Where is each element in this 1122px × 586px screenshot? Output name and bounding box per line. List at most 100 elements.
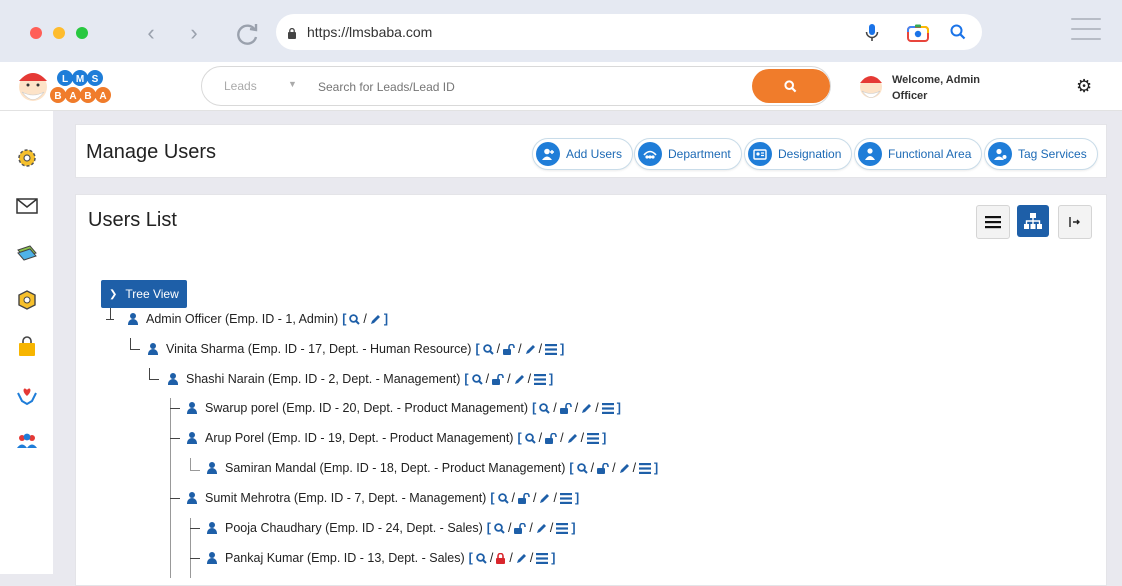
edit-pencil-icon[interactable]: [539, 493, 550, 504]
node-label: Arup Porel (Emp. ID - 19, Dept. - Produc…: [205, 431, 514, 445]
page-title: Manage Users: [86, 141, 217, 163]
sidebar-team-icon[interactable]: [15, 429, 39, 453]
node-actions: [ / / / ]: [569, 461, 659, 475]
edit-pencil-icon[interactable]: [525, 344, 536, 355]
sidebar-settings-icon[interactable]: [15, 146, 39, 170]
back-arrow-icon[interactable]: ‹: [139, 21, 163, 45]
tree-connector: [190, 558, 200, 559]
edit-pencil-icon[interactable]: [567, 433, 578, 444]
user-icon: [207, 552, 217, 564]
list-detail-icon[interactable]: [534, 373, 547, 385]
id-card-icon: [748, 142, 772, 166]
list-detail-icon[interactable]: [559, 492, 572, 504]
node-label: Admin Officer (Emp. ID - 1, Admin): [146, 312, 339, 326]
tag-services-label: Tag Services: [1018, 147, 1087, 161]
edit-pencil-icon[interactable]: [581, 403, 592, 414]
designation-button[interactable]: Designation: [744, 138, 853, 170]
search-submit-button[interactable]: [752, 69, 830, 103]
list-detail-icon[interactable]: [587, 432, 600, 444]
view-zoom-icon[interactable]: [494, 522, 505, 534]
tree-connector: [190, 470, 200, 471]
tree-view-button[interactable]: ❯ Tree View: [101, 280, 187, 308]
edit-pencil-icon[interactable]: [536, 523, 547, 534]
view-zoom-icon[interactable]: [471, 373, 483, 385]
edit-pencil-icon[interactable]: [516, 553, 527, 564]
tree-node-pooja-chaudhary: Pooja Chaudhary (Emp. ID - 24, Dept. - S…: [207, 518, 576, 538]
unlock-icon[interactable]: [492, 373, 504, 385]
tree-node-admin-officer: Admin Officer (Emp. ID - 1, Admin) [ / ]: [128, 309, 388, 329]
reload-icon[interactable]: [235, 21, 261, 47]
search-category-select[interactable]: Leads: [224, 79, 257, 93]
sidebar-cash-icon[interactable]: [15, 241, 39, 265]
welcome-line-1: Welcome, Admin: [892, 74, 981, 86]
settings-gear-icon[interactable]: ⚙: [1076, 76, 1092, 97]
sidebar-mail-icon[interactable]: [15, 194, 39, 218]
svg-text:A: A: [99, 91, 106, 102]
microphone-icon[interactable]: [865, 23, 879, 48]
view-zoom-icon[interactable]: [576, 462, 588, 474]
department-icon: [638, 142, 662, 166]
tag-user-icon: [988, 142, 1012, 166]
welcome-line-2: Officer: [892, 90, 928, 102]
logo-text-l: L: [62, 74, 68, 85]
list-icon: [985, 216, 1001, 229]
add-user-icon: [536, 142, 560, 166]
edit-pencil-icon[interactable]: [514, 374, 525, 385]
designation-label: Designation: [778, 147, 842, 161]
lock-red-icon[interactable]: [496, 552, 506, 564]
tree-connector: [110, 308, 111, 319]
unlock-icon[interactable]: [514, 522, 527, 534]
node-label: Pankaj Kumar (Emp. ID - 13, Dept. - Sale…: [225, 551, 465, 565]
list-detail-icon[interactable]: [639, 462, 652, 474]
svg-text:A: A: [69, 91, 76, 102]
close-window-dot[interactable]: [30, 27, 42, 39]
node-actions: [ / / / ]: [468, 551, 556, 565]
tree-node-swarup-porel: Swarup porel (Emp. ID - 20, Dept. - Prod…: [187, 398, 621, 418]
users-list-title: Users List: [88, 209, 177, 231]
tag-services-button[interactable]: Tag Services: [984, 138, 1098, 170]
department-button[interactable]: Department: [634, 138, 742, 170]
user-avatar[interactable]: [857, 69, 885, 103]
view-zoom-icon[interactable]: [497, 492, 509, 504]
lead-search-input[interactable]: [316, 76, 740, 98]
node-label: Shashi Narain (Emp. ID - 2, Dept. - Mana…: [186, 372, 461, 386]
unlock-icon[interactable]: [518, 492, 530, 504]
tree-view-toggle-button[interactable]: [1017, 205, 1049, 237]
unlock-icon[interactable]: [559, 402, 572, 414]
functional-area-button[interactable]: Functional Area: [854, 138, 983, 170]
list-view-button[interactable]: [976, 205, 1010, 239]
unlock-icon[interactable]: [503, 343, 515, 355]
list-detail-icon[interactable]: [601, 402, 614, 414]
add-users-button[interactable]: Add Users: [532, 138, 634, 170]
view-zoom-icon[interactable]: [349, 313, 361, 325]
chevron-down-icon[interactable]: ▼: [288, 79, 297, 89]
list-detail-icon[interactable]: [545, 343, 558, 355]
sidebar-box-icon[interactable]: [15, 288, 39, 312]
logo-text-s: S: [92, 74, 99, 85]
sidebar-shopping-bag-icon[interactable]: [15, 335, 39, 359]
sidebar-care-hands-icon[interactable]: [15, 383, 39, 407]
collapse-panel-button[interactable]: [1058, 205, 1092, 239]
tree-view-label: Tree View: [125, 287, 179, 301]
address-bar[interactable]: https://lmsbaba.com: [276, 14, 982, 50]
view-zoom-icon[interactable]: [524, 432, 536, 444]
search-icon[interactable]: [950, 24, 966, 45]
list-detail-icon[interactable]: [556, 522, 569, 534]
edit-pencil-icon[interactable]: [370, 314, 381, 325]
add-users-label: Add Users: [566, 147, 623, 161]
minimize-window-dot[interactable]: [53, 27, 65, 39]
tree-connector: [170, 438, 180, 439]
unlock-icon[interactable]: [597, 462, 609, 474]
lmsbaba-logo[interactable]: L M S B A B A: [14, 65, 126, 107]
camera-lens-icon[interactable]: [907, 24, 929, 47]
forward-arrow-icon[interactable]: ›: [182, 21, 206, 45]
view-zoom-icon[interactable]: [482, 343, 494, 355]
node-label: Sumit Mehrotra (Emp. ID - 7, Dept. - Man…: [205, 491, 487, 505]
view-zoom-icon[interactable]: [476, 552, 487, 564]
browser-menu-icon[interactable]: [1071, 18, 1101, 48]
view-zoom-icon[interactable]: [539, 402, 550, 414]
list-detail-icon[interactable]: [536, 552, 549, 564]
unlock-icon[interactable]: [545, 432, 557, 444]
maximize-window-dot[interactable]: [76, 27, 88, 39]
edit-pencil-icon[interactable]: [619, 463, 630, 474]
